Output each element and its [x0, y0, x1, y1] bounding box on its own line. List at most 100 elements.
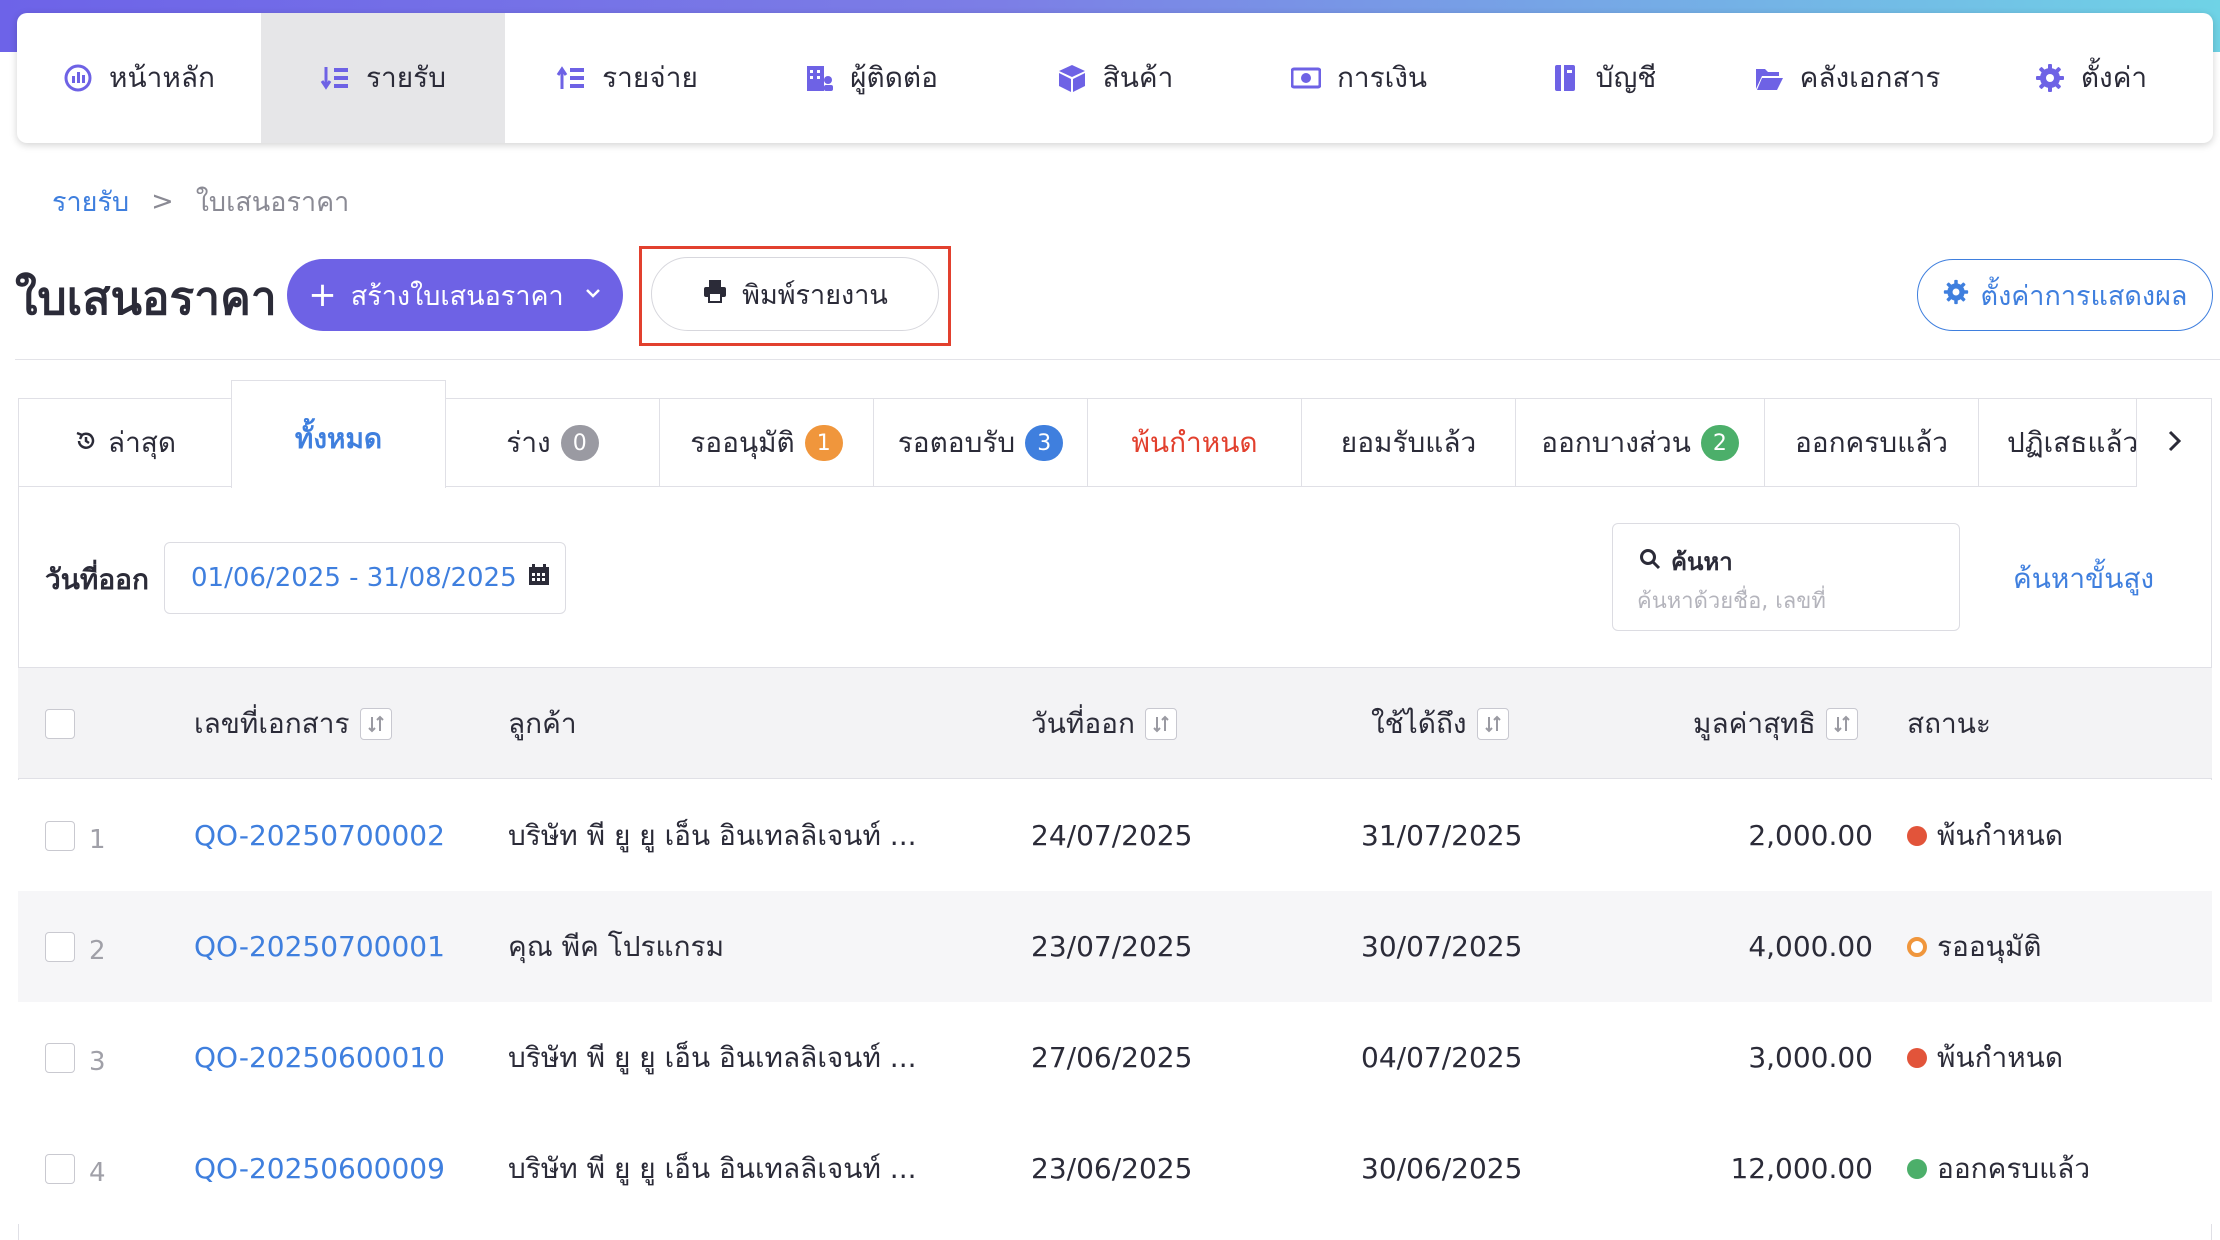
select-all-cell [45, 668, 75, 780]
nav-item-expense[interactable]: รายจ่าย [505, 13, 749, 143]
document-number-link[interactable]: QO-20250700001 [194, 930, 445, 963]
issue-date: 24/07/2025 [1031, 819, 1193, 852]
nav-item-products[interactable]: สินค้า [993, 13, 1237, 143]
valid-until-date: 30/07/2025 [1361, 930, 1523, 963]
document-number-link[interactable]: QO-20250600009 [194, 1152, 445, 1185]
tab-label: ออกบางส่วน [1541, 426, 1691, 459]
advanced-search-link[interactable]: ค้นหาขั้นสูง [2013, 557, 2154, 601]
search-box: ค้นหา [1612, 523, 1960, 631]
customer-name: บริษัท พี ยู ยู เอ็น อินเทลลิเจนท์ ... [508, 1040, 917, 1074]
display-settings-button[interactable]: ตั้งค่าการแสดงผล [1917, 259, 2213, 331]
calendar-icon [527, 563, 551, 594]
issue-date: 27/06/2025 [1031, 1041, 1193, 1074]
tab-latest[interactable]: ล่าสุด [18, 398, 232, 487]
count-badge: 2 [1700, 425, 1739, 461]
nav-item-label: การเงิน [1336, 61, 1428, 94]
column-header-valid-until[interactable]: ใช้ได้ถึง [1371, 668, 1509, 780]
row-select-cell: 4 [45, 1113, 106, 1224]
tab-overdue[interactable]: พ้นกำหนด [1087, 398, 1302, 487]
tab-awaiting-approval[interactable]: รออนุมัติ 1 [659, 398, 874, 487]
select-all-checkbox[interactable] [45, 709, 75, 739]
tab-label: รออนุมัติ [690, 426, 795, 459]
row-checkbox[interactable] [45, 820, 75, 851]
tab-label: ทั้งหมด [294, 422, 383, 455]
tab-fully-issued[interactable]: ออกครบแล้ว [1764, 398, 1979, 487]
row-checkbox[interactable] [45, 1153, 75, 1184]
column-header-status: สถานะ [1907, 668, 1991, 780]
tab-label: ร่าง [506, 426, 551, 459]
nav-item-settings[interactable]: ตั้งค่า [1969, 13, 2213, 143]
nav-item-contacts[interactable]: ผู้ติดต่อ [749, 13, 993, 143]
tab-label: ล่าสุด [107, 426, 177, 459]
count-badge: 1 [804, 425, 843, 461]
status-label: รออนุมัติ [1937, 929, 2042, 963]
date-range-value: 01/06/2025 - 31/08/2025 [191, 563, 517, 593]
nav-item-home[interactable]: หน้าหลัก [17, 13, 261, 143]
status-dot-icon [1907, 1158, 1927, 1179]
product-box-icon [1057, 63, 1087, 93]
column-label: ลูกค้า [508, 707, 577, 740]
column-header-doc-no[interactable]: เลขที่เอกสาร [194, 668, 392, 780]
search-input[interactable] [1637, 584, 1937, 618]
sort-icon[interactable] [359, 708, 392, 740]
tab-accepted[interactable]: ยอมรับแล้ว [1301, 398, 1516, 487]
column-header-issue-date[interactable]: วันที่ออก [1031, 668, 1177, 780]
income-list-icon [320, 63, 350, 93]
sort-icon[interactable] [1825, 708, 1858, 740]
search-icon [1639, 548, 1661, 576]
row-checkbox[interactable] [45, 1042, 75, 1073]
nav-item-accounting[interactable]: บัญชี [1481, 13, 1725, 143]
table-row[interactable]: 1 QO-20250700002 บริษัท พี ยู ยู เอ็น อิ… [18, 780, 2212, 891]
document-number-link[interactable]: QO-20250700002 [194, 819, 445, 852]
status-ring-icon [1907, 936, 1927, 957]
count-badge: 3 [1025, 425, 1064, 461]
sort-icon[interactable] [1476, 708, 1509, 740]
nav-item-label: รายรับ [366, 61, 446, 94]
page-title: ใบเสนอราคา [15, 271, 277, 325]
tab-awaiting-response[interactable]: รอตอบรับ 3 [873, 398, 1088, 487]
create-quotation-label: สร้างใบเสนอราคา [350, 280, 564, 312]
column-label: มูลค่าสุทธิ [1693, 707, 1816, 740]
tab-label: พ้นกำหนด [1131, 426, 1258, 459]
gear-icon [1943, 279, 1969, 312]
create-quotation-button[interactable]: + สร้างใบเสนอราคา [287, 259, 623, 331]
money-bill-icon [1290, 63, 1321, 93]
table-row[interactable]: 3 QO-20250600010 บริษัท พี ยู ยู เอ็น อิ… [18, 1002, 2212, 1113]
net-value: 4,000.00 [1748, 930, 1873, 963]
date-range-picker[interactable]: 01/06/2025 - 31/08/2025 [164, 542, 566, 614]
valid-until-date: 04/07/2025 [1361, 1041, 1523, 1074]
table-header: เลขที่เอกสาร ลูกค้า วันที่ออก ใช้ได้ถึง … [18, 667, 2212, 779]
customer-name: คุณ พีค โปรแกรม [508, 929, 725, 963]
breadcrumb-parent-link[interactable]: รายรับ [52, 180, 129, 223]
valid-until-date: 30/06/2025 [1361, 1152, 1523, 1185]
row-checkbox[interactable] [45, 931, 75, 962]
column-header-net-value[interactable]: มูลค่าสุทธิ [1693, 668, 1858, 780]
sort-icon[interactable] [1144, 708, 1177, 740]
customer-name: บริษัท พี ยู ยู เอ็น อินเทลลิเจนท์ ... [508, 1151, 917, 1185]
status-dot-icon [1907, 1047, 1927, 1068]
net-value: 3,000.00 [1748, 1041, 1873, 1074]
chevron-right-icon [2161, 428, 2187, 458]
table-row[interactable]: 4 QO-20250600009 บริษัท พี ยู ยู เอ็น อิ… [18, 1113, 2212, 1224]
valid-until-date: 31/07/2025 [1361, 819, 1523, 852]
document-number-link[interactable]: QO-20250600010 [194, 1041, 445, 1074]
breadcrumb: รายรับ > ใบเสนอราคา [52, 180, 349, 223]
tab-label: ปฏิเสธแล้ว [2007, 426, 2139, 459]
status-label: พ้นกำหนด [1937, 1040, 2064, 1074]
print-report-button[interactable]: พิมพ์รายงาน [651, 257, 939, 331]
tab-partially-issued[interactable]: ออกบางส่วน 2 [1515, 398, 1765, 487]
tab-all[interactable]: ทั้งหมด [231, 380, 446, 488]
row-select-cell: 2 [45, 891, 106, 1002]
nav-item-finance[interactable]: การเงิน [1237, 13, 1481, 143]
main-nav: หน้าหลัก รายรับ รายจ่าย ผู้ติดต่อ สินค้า… [17, 13, 2213, 143]
nav-item-label: บัญชี [1595, 61, 1657, 94]
search-label: ค้นหา [1671, 548, 1733, 576]
column-header-customer: ลูกค้า [508, 668, 577, 780]
table-row[interactable]: 2 QO-20250700001 คุณ พีค โปรแกรม 23/07/2… [18, 891, 2212, 1002]
nav-item-income[interactable]: รายรับ [261, 13, 505, 143]
nav-item-label: รายจ่าย [602, 61, 698, 94]
nav-item-documents[interactable]: คลังเอกสาร [1725, 13, 1969, 143]
tabs-scroll-next-button[interactable] [2136, 398, 2212, 487]
tab-label: ยอมรับแล้ว [1340, 426, 1477, 459]
tab-draft[interactable]: ร่าง 0 [445, 398, 660, 487]
